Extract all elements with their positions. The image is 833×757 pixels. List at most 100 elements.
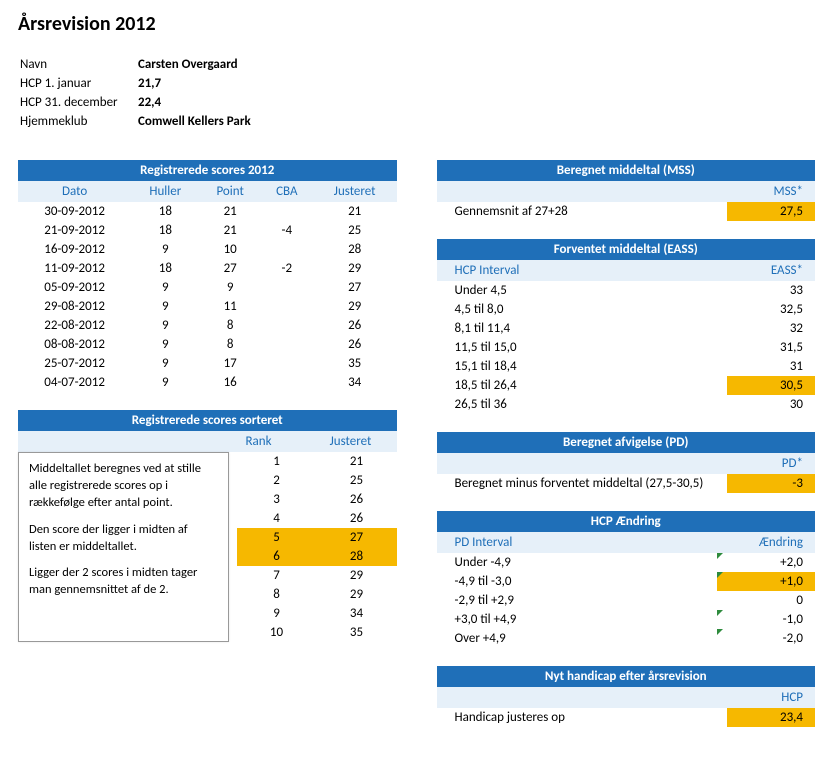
- table-row: 15,1 til 18,431: [437, 357, 816, 376]
- eass-col2: EASS*: [727, 260, 815, 281]
- cell: 1: [237, 452, 317, 471]
- change-col1: PD Interval: [437, 532, 718, 553]
- cell: 18: [131, 202, 199, 221]
- table-row: 4,5 til 8,032,5: [437, 300, 816, 319]
- eass-title: Forventet middeltal (EASS): [437, 239, 816, 260]
- cell: 10: [237, 623, 317, 642]
- cell: 9: [131, 278, 199, 297]
- cell: 0: [717, 591, 815, 610]
- cell: 8: [237, 585, 317, 604]
- table-row: 11,5 til 15,031,5: [437, 338, 816, 357]
- cell: 11,5 til 15,0: [437, 338, 728, 357]
- cell: 28: [313, 240, 397, 259]
- cell: Over +4,9: [437, 629, 718, 648]
- cell: 16-09-2012: [18, 240, 131, 259]
- cell: [261, 297, 313, 316]
- cell: 21: [313, 202, 397, 221]
- table-row: 21-09-20121821-425: [18, 221, 397, 240]
- cell: 26: [313, 316, 397, 335]
- table-row: 829: [237, 585, 397, 604]
- cell: 26,5 til 36: [437, 395, 728, 414]
- cell: +1,0: [717, 572, 815, 591]
- cell: 25: [317, 471, 397, 490]
- cell: 21: [317, 452, 397, 471]
- result-panel: Nyt handicap efter årsrevision HCP Handi…: [437, 666, 816, 727]
- change-col2: Ændring: [717, 532, 815, 553]
- cell: 16: [200, 373, 261, 392]
- info-name-value: Carsten Overgaard: [138, 56, 257, 73]
- pd-value: -3: [727, 474, 815, 493]
- table-row: Over +4,9-2,0: [437, 629, 816, 648]
- result-row-label: Handicap justeres op: [437, 708, 728, 727]
- scores-h-holes: Huller: [131, 181, 199, 202]
- cell: 30-09-2012: [18, 202, 131, 221]
- sorted-h-rank: Rank: [213, 431, 305, 452]
- cell: 2: [237, 471, 317, 490]
- cell: -4,9 til -3,0: [437, 572, 718, 591]
- cell: 6: [237, 547, 317, 566]
- table-row: 326: [237, 490, 397, 509]
- info-hcp-dec-label: HCP 31. december: [20, 94, 136, 111]
- table-row: +3,0 til +4,9-1,0: [437, 610, 816, 629]
- info-name-label: Navn: [20, 56, 136, 73]
- cell: 32: [727, 319, 815, 338]
- cell: [261, 202, 313, 221]
- table-row: 30-09-2012182121: [18, 202, 397, 221]
- cell: +3,0 til +4,9: [437, 610, 718, 629]
- cell: 26: [317, 509, 397, 528]
- cell: 32,5: [727, 300, 815, 319]
- cell: 29-08-2012: [18, 297, 131, 316]
- cell: -4: [261, 221, 313, 240]
- cell: 31,5: [727, 338, 815, 357]
- cell: 26: [317, 490, 397, 509]
- table-row: -2,9 til +2,90: [437, 591, 816, 610]
- cell: 3: [237, 490, 317, 509]
- info-hcp-jan-value: 21,7: [138, 75, 257, 92]
- eass-panel: Forventet middeltal (EASS) HCP Interval …: [437, 239, 816, 414]
- table-row: 04-07-201291634: [18, 373, 397, 392]
- table-row: 225: [237, 471, 397, 490]
- cell: 30: [727, 395, 815, 414]
- table-row: 729: [237, 566, 397, 585]
- cell: 9: [131, 354, 199, 373]
- cell: 21: [200, 202, 261, 221]
- info-hcp-jan-label: HCP 1. januar: [20, 75, 136, 92]
- cell: 4,5 til 8,0: [437, 300, 728, 319]
- cell: 27: [200, 259, 261, 278]
- info-hcp-dec-value: 22,4: [138, 94, 257, 111]
- cell: 21-09-2012: [18, 221, 131, 240]
- sorted-note-p3: Ligger der 2 scores i midten tager man g…: [29, 565, 218, 599]
- cell: 7: [237, 566, 317, 585]
- scores-title: Registrerede scores 2012: [18, 160, 397, 181]
- table-row: 628: [237, 547, 397, 566]
- sorted-table: 1212253264265276287298299341035: [237, 452, 397, 642]
- cell: Under -4,9: [437, 553, 718, 572]
- cell: 4: [237, 509, 317, 528]
- table-row: 22-08-20129826: [18, 316, 397, 335]
- table-row: Under -4,9+2,0: [437, 553, 816, 572]
- info-club-value: Comwell Kellers Park: [138, 113, 257, 130]
- cell: 29: [313, 259, 397, 278]
- cell: -2,9 til +2,9: [437, 591, 718, 610]
- cell: 35: [317, 623, 397, 642]
- pd-panel: Beregnet afvigelse (PD) PD* Beregnet min…: [437, 432, 816, 493]
- cell: 9: [237, 604, 317, 623]
- cell: 18,5 til 26,4: [437, 376, 728, 395]
- scores-panel: Registrerede scores 2012 Dato Huller Poi…: [18, 160, 397, 392]
- table-row: 08-08-20129826: [18, 335, 397, 354]
- mss-col-label: MSS*: [727, 181, 815, 202]
- cell: 25-07-2012: [18, 354, 131, 373]
- table-row: 25-07-201291735: [18, 354, 397, 373]
- mss-row-label: Gennemsnit af 27+28: [437, 202, 728, 221]
- pd-row-label: Beregnet minus forventet middeltal (27,5…: [437, 474, 728, 493]
- sorted-panel: Registrerede scores sorteret Rank Juster…: [18, 410, 397, 642]
- sorted-h-adj: Justeret: [305, 431, 397, 452]
- cell: 9: [131, 373, 199, 392]
- table-row: Under 4,533: [437, 281, 816, 300]
- mss-panel: Beregnet middeltal (MSS) MSS* Gennemsnit…: [437, 160, 816, 221]
- table-row: 05-09-20129927: [18, 278, 397, 297]
- cell: [261, 373, 313, 392]
- cell: 9: [200, 278, 261, 297]
- cell: 18: [131, 259, 199, 278]
- change-panel: HCP Ændring PD Interval Ændring Under -4…: [437, 511, 816, 648]
